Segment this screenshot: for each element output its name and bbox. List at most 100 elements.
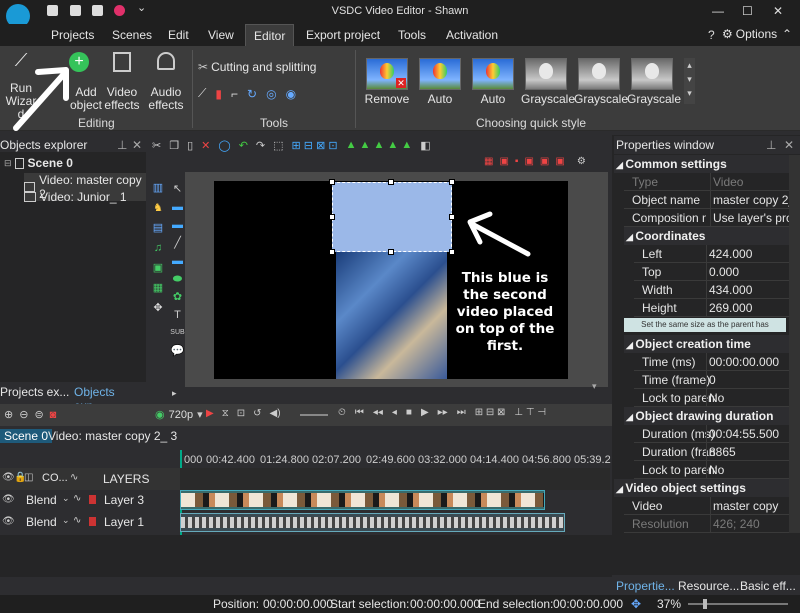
menu-export-project[interactable]: Export project xyxy=(298,24,388,46)
tab-basic-effects[interactable]: Basic eff... xyxy=(740,577,796,595)
minimize-icon[interactable]: — xyxy=(712,4,724,18)
layer-icon[interactable]: ◧ xyxy=(420,139,430,152)
ellipse-icon[interactable]: ⬬ xyxy=(170,270,185,288)
section-creation-time[interactable]: ◢ Object creation time xyxy=(624,335,800,353)
mute-icon[interactable]: ⊜ xyxy=(34,408,43,421)
volume-icon[interactable]: ◀) xyxy=(270,408,281,419)
prop-value[interactable]: 00:00:00.000 xyxy=(706,353,794,371)
eye-icon[interactable]: 👁 xyxy=(2,472,15,483)
close-icon[interactable]: ✕ xyxy=(773,4,783,18)
loop-icon[interactable]: ⧖ xyxy=(222,408,229,419)
menu-edit[interactable]: Edit xyxy=(160,24,197,46)
go-start-icon[interactable]: ⏮ xyxy=(355,407,364,418)
prop-row-video[interactable]: Video master copy xyxy=(624,497,800,515)
repeat-icon[interactable]: ↺ xyxy=(253,408,261,419)
undo-icon[interactable]: ↶ xyxy=(239,139,248,152)
properties-scrollbar[interactable] xyxy=(789,155,800,533)
prop-row-height[interactable]: Height 269.000 xyxy=(634,299,800,317)
add-icon[interactable]: ⊕ xyxy=(4,408,13,421)
remove-icon[interactable]: ⊖ xyxy=(19,408,28,421)
select-all-icon[interactable]: ⬚ xyxy=(273,139,283,152)
menu-scenes[interactable]: Scenes xyxy=(104,24,160,46)
resize-handle[interactable] xyxy=(329,179,335,185)
rotate-icon[interactable]: ↻ xyxy=(247,87,257,101)
clock-icon[interactable]: ⏲ xyxy=(338,407,346,418)
snap-icon[interactable]: ▣ xyxy=(499,156,508,167)
tab-scene[interactable]: Scene 0 xyxy=(0,429,53,443)
text-icon[interactable]: T xyxy=(170,306,185,324)
resize-handle[interactable] xyxy=(449,179,455,185)
tab-video-object[interactable]: Video: master copy 2_ 3 xyxy=(48,429,177,443)
prop-row-time-ms[interactable]: Time (ms) 00:00:00.000 xyxy=(634,353,800,371)
next-frame-icon[interactable]: ▸▸ xyxy=(438,407,448,418)
resize-handle[interactable] xyxy=(449,249,455,255)
timeline-ruler[interactable]: 000 00:42.400 01:24.800 02:07.200 02:49.… xyxy=(180,454,611,468)
music-icon[interactable]: ♫ xyxy=(147,238,169,258)
zoom-icon[interactable]: ✥ xyxy=(631,595,641,613)
wand-small-icon[interactable]: ⟋ xyxy=(198,86,206,101)
menu-projects[interactable]: Projects xyxy=(43,24,102,46)
pointer-icon[interactable]: ↖ xyxy=(170,180,185,198)
split-icon[interactable]: ▮ xyxy=(215,87,222,101)
marker-icon[interactable] xyxy=(89,517,96,526)
play-icon[interactable]: ▶ xyxy=(206,408,214,419)
tree-item[interactable]: Video: Junior_ 1 xyxy=(24,190,127,204)
tab-resources[interactable]: Resource... xyxy=(678,577,739,595)
blend-mode[interactable]: Blend xyxy=(26,515,57,529)
maximize-icon[interactable]: ☐ xyxy=(742,4,753,18)
prop-value[interactable]: No xyxy=(706,389,794,407)
rect-icon[interactable]: ▬ xyxy=(170,198,185,216)
prop-row-duration-frame[interactable]: Duration (fran 8865 xyxy=(634,443,800,461)
split-view-icon[interactable]: ⊡ xyxy=(237,408,245,419)
move-up-icon[interactable]: ▲ ▲ ▲ ▲ ▲ xyxy=(346,139,413,151)
comment-icon[interactable]: 💬 xyxy=(170,342,185,360)
prop-value[interactable]: 0.000 xyxy=(706,263,794,281)
align-icon[interactable]: ⊞ ⊟ ⊠ ⊡ xyxy=(292,139,338,152)
media-icon[interactable]: ▤ xyxy=(147,218,169,238)
delete-icon[interactable]: ✕ xyxy=(201,139,210,152)
move-icon[interactable]: ✥ xyxy=(147,298,169,318)
resolution-select[interactable]: ◉ 720p ▾ xyxy=(155,408,203,422)
align-icon[interactable]: ⊥ ⊤ ⊣ xyxy=(514,407,546,418)
quick-style-auto-1[interactable] xyxy=(419,58,461,90)
marker-icon[interactable]: ⊞ ⊟ ⊠ xyxy=(475,407,506,418)
subtitle-icon[interactable]: SUB xyxy=(170,324,185,342)
audio-effects-button[interactable]: Audio effects xyxy=(145,52,187,112)
prop-value[interactable]: No xyxy=(706,461,794,479)
section-common-settings[interactable]: ◢ Common settings xyxy=(614,155,800,173)
clip-layer-3[interactable] xyxy=(180,490,545,510)
prop-value[interactable]: master copy xyxy=(710,497,798,515)
copy-icon[interactable]: ❐ xyxy=(169,139,179,152)
zoom-slider-thumb[interactable] xyxy=(703,599,707,609)
prop-row-time-frame[interactable]: Time (frame) 0 xyxy=(634,371,800,389)
eye-icon[interactable]: 👁 xyxy=(2,516,15,527)
section-coordinates[interactable]: ◢ Coordinates xyxy=(624,227,800,245)
prop-value[interactable]: 00:04:55.500 xyxy=(706,425,794,443)
chevron-down-icon[interactable]: ⌄ xyxy=(62,493,70,504)
chart-icon[interactable]: ▥ xyxy=(147,178,169,198)
cut-icon[interactable]: ✂ xyxy=(152,139,161,152)
prop-value[interactable]: master copy 2_ xyxy=(710,191,798,209)
prop-row-composition[interactable]: Composition mo Use layer's prop xyxy=(624,209,800,227)
speed-icon[interactable]: ◎ xyxy=(266,87,276,101)
prop-row-lock-parent[interactable]: Lock to parent No xyxy=(634,461,800,479)
section-drawing-duration[interactable]: ◢ Object drawing duration xyxy=(624,407,800,425)
scroll-right-icon[interactable]: ▸ xyxy=(172,388,177,399)
prop-row-top[interactable]: Top 0.000 xyxy=(634,263,800,281)
help-icon[interactable]: ? xyxy=(708,28,715,42)
record-icon[interactable]: ◙ xyxy=(50,409,57,421)
grid-icon[interactable]: ▦ xyxy=(484,156,493,167)
record-circle-icon[interactable]: ◯ xyxy=(218,139,230,152)
image-icon[interactable]: ▣ xyxy=(147,258,169,278)
prop-row-left[interactable]: Left 424.000 xyxy=(634,245,800,263)
resize-handle[interactable] xyxy=(329,214,335,220)
video-effects-button[interactable]: Video effects xyxy=(101,52,143,112)
audio-bars-icon[interactable]: ▦ xyxy=(147,278,169,298)
menu-activation[interactable]: Activation xyxy=(438,24,506,46)
chevron-down-icon[interactable]: ⌄ xyxy=(62,515,70,526)
prop-value[interactable]: 269.000 xyxy=(706,299,794,317)
resize-handle[interactable] xyxy=(449,214,455,220)
menu-editor[interactable]: Editor xyxy=(245,24,295,46)
quick-style-scroll[interactable]: ▴ ▾ ▾ xyxy=(684,58,695,104)
marker-icon[interactable]: ▪ xyxy=(515,156,519,167)
